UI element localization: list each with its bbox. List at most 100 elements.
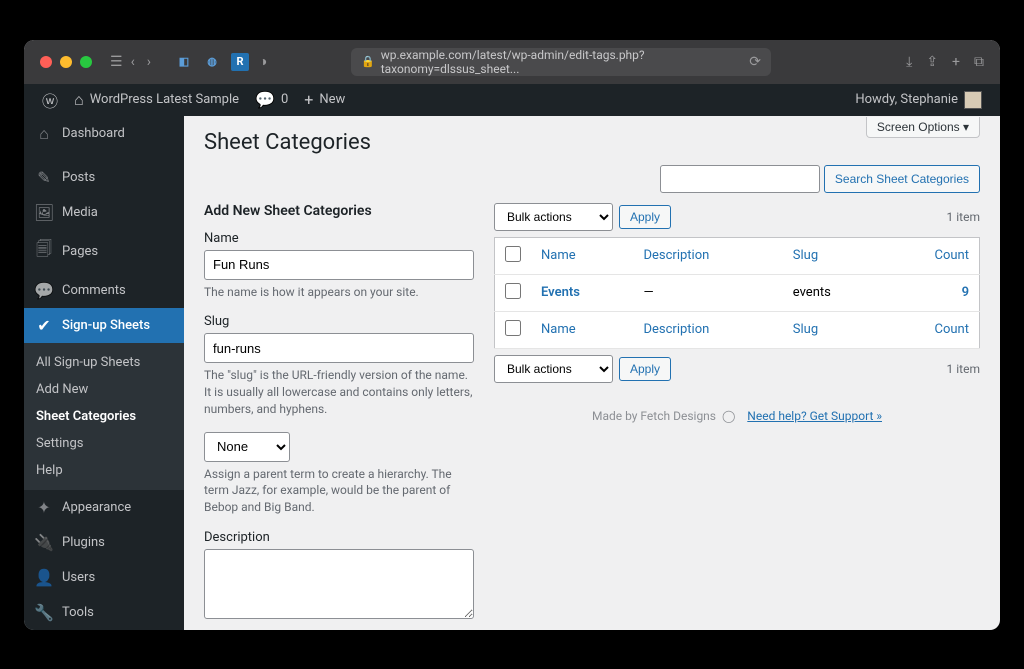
download-icon[interactable]: ⤓ — [906, 54, 912, 70]
back-icon[interactable]: ‹ — [131, 54, 135, 70]
footer-credit: Made by Fetch Designs ◯ Need help? Get S… — [494, 389, 980, 429]
row-checkbox[interactable] — [505, 283, 521, 299]
search-input[interactable] — [660, 165, 820, 193]
items-count-bottom: 1 item — [947, 362, 980, 376]
appearance-icon: ✦ — [34, 498, 54, 517]
sidebar-item-comments[interactable]: 💬Comments — [24, 273, 184, 308]
wp-logo[interactable]: ⓦ — [34, 84, 66, 116]
description-desc: The description is not prominent by defa… — [204, 627, 474, 629]
url-bar[interactable]: 🔒 wp.example.com/latest/wp-admin/edit-ta… — [351, 48, 771, 76]
submenu-sheet-categories[interactable]: Sheet Categories — [24, 403, 184, 430]
parent-desc: Assign a parent term to create a hierarc… — [204, 466, 474, 516]
privacy-shield-icon[interactable]: ◑ — [259, 53, 267, 71]
url-text: wp.example.com/latest/wp-admin/edit-tags… — [381, 48, 744, 76]
users-icon: 👤 — [34, 568, 54, 587]
sidebar-item-media[interactable]: 🖼Media — [24, 195, 184, 230]
tools-icon: 🔧 — [34, 603, 54, 622]
comments-count: 0 — [281, 92, 288, 107]
sidebar-item-users[interactable]: 👤Users — [24, 560, 184, 595]
parent-select[interactable]: None — [204, 432, 290, 462]
new-content-link[interactable]: + New — [296, 84, 353, 116]
sidebar-submenu: All Sign-up Sheets Add New Sheet Categor… — [24, 343, 184, 490]
row-name-link[interactable]: Events — [541, 285, 580, 300]
share-icon[interactable]: ⇪ — [926, 54, 938, 70]
slug-input[interactable] — [204, 333, 474, 363]
submenu-help[interactable]: Help — [24, 457, 184, 484]
bulk-actions-select-top[interactable]: Bulk actions — [494, 203, 613, 231]
my-account[interactable]: Howdy, Stephanie — [847, 91, 990, 109]
sidebar-item-dashboard[interactable]: ⌂Dashboard — [24, 116, 184, 152]
items-count-top: 1 item — [947, 210, 980, 224]
col-name-footer[interactable]: Name — [541, 322, 576, 337]
home-icon: ⌂ — [74, 90, 84, 110]
table-row: Events — events 9 — [495, 274, 980, 311]
form-heading: Add New Sheet Categories — [204, 203, 474, 219]
name-desc: The name is how it appears on your site. — [204, 284, 474, 301]
comments-icon: 💬 — [34, 281, 54, 300]
col-desc-footer[interactable]: Description — [643, 322, 709, 337]
sidebar-item-tools[interactable]: 🔧Tools — [24, 595, 184, 630]
row-count-link[interactable]: 9 — [962, 285, 969, 300]
apply-button-bottom[interactable]: Apply — [619, 357, 671, 381]
description-textarea[interactable] — [204, 549, 474, 619]
submenu-all-sheets[interactable]: All Sign-up Sheets — [24, 349, 184, 376]
submenu-settings[interactable]: Settings — [24, 430, 184, 457]
col-desc-header[interactable]: Description — [643, 248, 709, 263]
fetch-logo-icon: ◯ — [722, 409, 735, 423]
bulk-actions-select-bottom[interactable]: Bulk actions — [494, 355, 613, 383]
sidebar-toggle-icon[interactable]: ☰ — [110, 54, 123, 70]
wp-adminbar: ⓦ ⌂ WordPress Latest Sample 💬 0 + New Ho… — [24, 84, 1000, 116]
extension-r-icon[interactable]: R — [231, 53, 249, 71]
sidebar-item-plugins[interactable]: 🔌Plugins — [24, 525, 184, 560]
admin-sidebar: ⌂Dashboard ✎Posts 🖼Media 🗐Pages 💬Comment… — [24, 116, 184, 630]
new-label: New — [319, 92, 345, 107]
pin-icon: ✎ — [34, 168, 54, 187]
new-tab-icon[interactable]: + — [952, 54, 960, 70]
sidebar-item-appearance[interactable]: ✦Appearance — [24, 490, 184, 525]
select-all-bottom[interactable] — [505, 320, 521, 336]
forward-icon[interactable]: › — [147, 54, 151, 70]
select-all-top[interactable] — [505, 246, 521, 262]
sidebar-item-signup-sheets[interactable]: ✔Sign-up Sheets — [24, 308, 184, 343]
screen-options-button[interactable]: Screen Options ▾ — [866, 117, 980, 138]
plugins-icon: 🔌 — [34, 533, 54, 552]
slug-desc: The "slug" is the URL-friendly version o… — [204, 367, 474, 417]
reload-icon[interactable]: ⟳ — [749, 54, 761, 70]
clipboard-icon: ✔ — [34, 316, 54, 335]
search-button[interactable]: Search Sheet Categories — [824, 165, 980, 193]
support-link[interactable]: Need help? Get Support » — [747, 409, 882, 423]
minimize-window-icon[interactable] — [60, 56, 72, 68]
lock-icon: 🔒 — [361, 55, 375, 68]
col-count-footer[interactable]: Count — [935, 322, 969, 337]
onepassword-icon[interactable]: ◍ — [203, 53, 221, 71]
site-name-link[interactable]: ⌂ WordPress Latest Sample — [66, 84, 247, 116]
name-label: Name — [204, 231, 474, 246]
tabs-icon[interactable]: ⧉ — [974, 54, 984, 70]
col-count-header[interactable]: Count — [935, 248, 969, 263]
greeting: Howdy, Stephanie — [855, 92, 958, 107]
content-area: Screen Options ▾ Sheet Categories Search… — [184, 116, 1000, 630]
description-label: Description — [204, 530, 474, 545]
comments-link[interactable]: 💬 0 — [247, 84, 296, 116]
dashboard-icon: ⌂ — [34, 124, 54, 144]
maximize-window-icon[interactable] — [80, 56, 92, 68]
page-title: Sheet Categories — [204, 116, 980, 165]
categories-table: Name Description Slug Count Events — — [494, 237, 980, 349]
site-name: WordPress Latest Sample — [90, 92, 239, 107]
col-slug-header[interactable]: Slug — [793, 248, 818, 263]
row-desc: — — [633, 274, 782, 311]
sidebar-item-pages[interactable]: 🗐Pages — [24, 230, 184, 273]
plus-icon: + — [304, 90, 313, 109]
col-name-header[interactable]: Name — [541, 248, 576, 263]
browser-titlebar: ☰ ‹ › ◧ ◍ R ◑ 🔒 wp.example.com/latest/wp… — [24, 40, 1000, 84]
row-slug: events — [783, 274, 884, 311]
apply-button-top[interactable]: Apply — [619, 205, 671, 229]
sidebar-item-posts[interactable]: ✎Posts — [24, 160, 184, 195]
name-input[interactable] — [204, 250, 474, 280]
close-window-icon[interactable] — [40, 56, 52, 68]
extension-icon[interactable]: ◧ — [175, 53, 193, 71]
col-slug-footer[interactable]: Slug — [793, 322, 818, 337]
slug-label: Slug — [204, 314, 474, 329]
submenu-add-new[interactable]: Add New — [24, 376, 184, 403]
pages-icon: 🗐 — [34, 238, 54, 265]
